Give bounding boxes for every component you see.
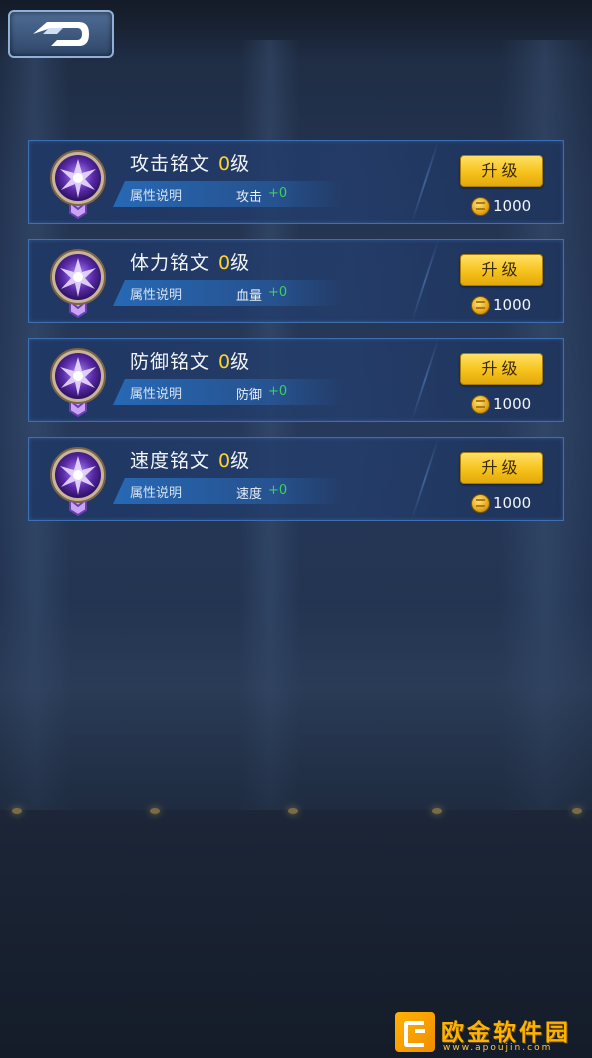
attribute-value: +0 xyxy=(268,384,288,399)
attribute-value: +0 xyxy=(268,483,288,498)
rune-row-defense: 防御铭文 0级 属性说明 防御 +0 升级 1000 xyxy=(28,338,564,422)
rune-name: 速度铭文 xyxy=(130,450,211,472)
attribute-label: 属性说明 xyxy=(130,189,183,204)
rune-level-unit: 级 xyxy=(230,252,250,274)
rune-badge-icon xyxy=(50,447,106,516)
rune-badge-icon xyxy=(50,348,106,417)
attribute-label: 属性说明 xyxy=(130,486,183,501)
upgrade-cost: 1000 xyxy=(471,393,531,415)
upgrade-cost: 1000 xyxy=(471,195,531,217)
watermark-url: www.apoujin.com xyxy=(443,1043,553,1053)
rune-badge-icon xyxy=(50,150,106,219)
upgrade-cost: 1000 xyxy=(471,492,531,514)
attribute-value: +0 xyxy=(268,285,288,300)
back-button[interactable] xyxy=(8,10,114,58)
cost-value: 1000 xyxy=(493,197,532,215)
rune-level: 0级 xyxy=(218,446,249,473)
rune-level-unit: 级 xyxy=(230,450,250,472)
upgrade-button[interactable]: 升级 xyxy=(460,155,543,187)
rune-badge-icon xyxy=(50,249,106,318)
attribute-name: 血量 xyxy=(236,289,263,304)
rune-name: 攻击铭文 xyxy=(130,153,211,175)
upgrade-cost: 1000 xyxy=(471,294,531,316)
rune-level-value: 0 xyxy=(218,153,231,175)
coin-icon xyxy=(471,394,490,414)
cost-value: 1000 xyxy=(493,494,532,512)
rune-row-stamina: 体力铭文 0级 属性说明 血量 +0 升级 1000 xyxy=(28,239,564,323)
watermark-title: 欧金软件园 xyxy=(441,1020,571,1046)
upgrade-button[interactable]: 升级 xyxy=(460,353,543,385)
upgrade-button[interactable]: 升级 xyxy=(460,254,543,286)
rune-level-unit: 级 xyxy=(230,153,250,175)
rune-row-attack: 攻击铭文 0级 属性说明 攻击 +0 升级 1000 xyxy=(28,140,564,224)
coin-icon xyxy=(471,196,490,216)
coin-icon xyxy=(471,493,490,513)
upgrade-button[interactable]: 升级 xyxy=(460,452,543,484)
back-arrow-icon xyxy=(33,22,89,46)
rune-level: 0级 xyxy=(218,248,249,275)
rune-level-value: 0 xyxy=(218,351,231,373)
rune-level-value: 0 xyxy=(218,450,231,472)
rune-level: 0级 xyxy=(218,347,249,374)
rune-level-value: 0 xyxy=(218,252,231,274)
watermark-logo-icon xyxy=(395,1012,435,1052)
attribute-label: 属性说明 xyxy=(130,288,183,303)
rune-name: 体力铭文 xyxy=(130,252,211,274)
coin-icon xyxy=(471,295,490,315)
attribute-name: 防御 xyxy=(236,388,263,403)
attribute-value: +0 xyxy=(268,186,288,201)
attribute-label: 属性说明 xyxy=(130,387,183,402)
attribute-name: 速度 xyxy=(236,487,263,502)
rune-level: 0级 xyxy=(218,149,249,176)
rune-row-speed: 速度铭文 0级 属性说明 速度 +0 升级 1000 xyxy=(28,437,564,521)
rune-list: 攻击铭文 0级 属性说明 攻击 +0 升级 1000 体力铭文 0级 属性说明 … xyxy=(28,140,564,536)
rune-name: 防御铭文 xyxy=(130,351,211,373)
attribute-name: 攻击 xyxy=(236,190,263,205)
cost-value: 1000 xyxy=(493,395,532,413)
rune-level-unit: 级 xyxy=(230,351,250,373)
cost-value: 1000 xyxy=(493,296,532,314)
watermark: 欧金软件园 www.apoujin.com xyxy=(395,1012,587,1056)
